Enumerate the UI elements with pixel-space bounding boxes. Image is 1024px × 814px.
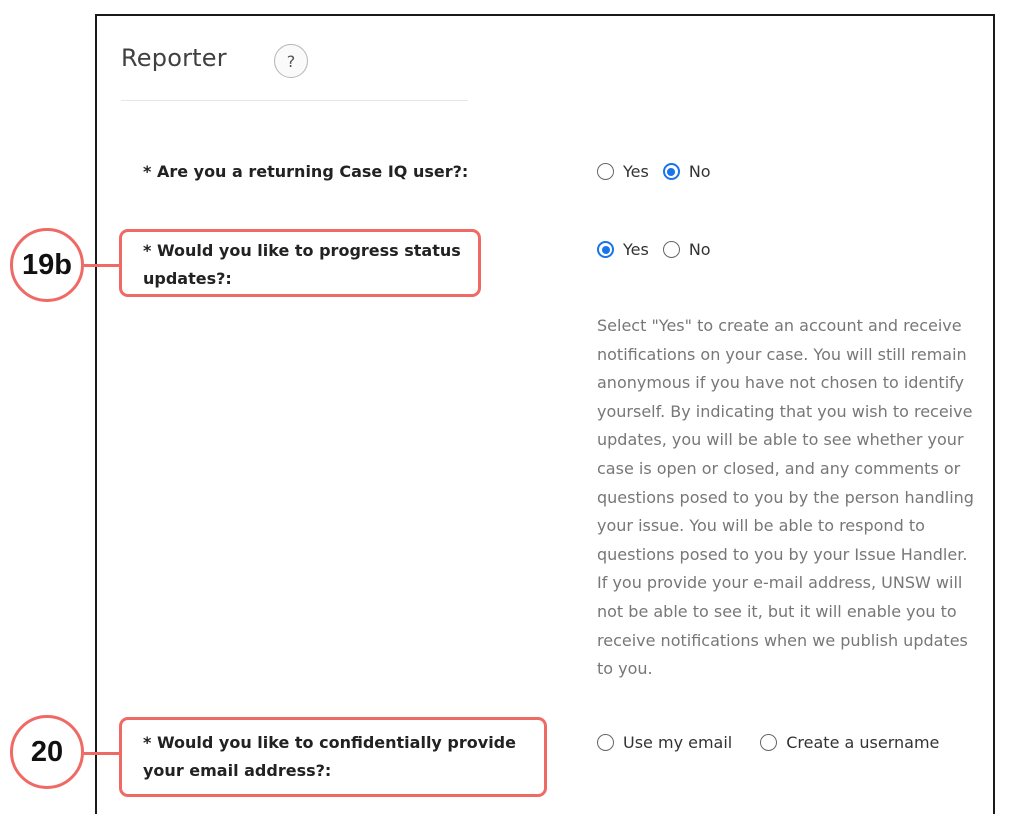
help-icon[interactable]: ? [274,44,308,78]
progress-updates-no-label: No [688,240,711,259]
progress-updates-no-radio[interactable] [662,241,680,258]
use-my-email-label: Use my email [623,733,733,752]
progress-updates-label-line1: * Would you like to progress status [143,241,461,260]
help-line: Select "Yes" to create an account and re… [597,316,962,335]
callout-19b-badge: 19b [10,228,84,302]
returning-user-label: * Are you a returning Case IQ user?: [143,162,469,181]
progress-updates-radio-group: Yes No [597,240,725,259]
returning-user-no-option[interactable]: No [662,162,711,181]
returning-user-yes-option[interactable]: Yes [597,162,649,181]
callout-20-connector [84,752,122,755]
help-line: updates, you will be able to see whether… [597,430,964,450]
email-provide-radio-group: Use my email Create a username [597,733,953,752]
callout-19b-connector [84,264,122,267]
help-line: questions posed to you by your Issue Han… [597,544,968,564]
use-my-email-option[interactable]: Use my email [597,733,732,752]
help-line: not be able to see it, but it will enabl… [597,601,957,621]
progress-updates-yes-radio[interactable] [597,241,614,258]
section-title: Reporter [121,44,227,72]
returning-user-radio-group: Yes No [597,162,725,181]
help-line: receive notifications when we publish up… [597,630,968,650]
help-line: notifications on your case. You will sti… [597,344,967,364]
returning-user-yes-radio[interactable] [597,163,614,180]
returning-user-yes-label: Yes [623,162,649,181]
help-line: anonymous if you have not chosen to iden… [597,373,964,393]
email-provide-label-line1: * Would you like to confidentially provi… [143,733,516,752]
progress-updates-label-line2: updates?: [143,269,232,288]
create-username-option[interactable]: Create a username [760,733,939,752]
help-line: If you provide your e-mail address, UNSW… [597,573,963,593]
help-line: questions posed to you by the person han… [597,487,974,507]
returning-user-no-radio[interactable] [662,163,680,180]
progress-updates-yes-option[interactable]: Yes [597,240,649,259]
use-my-email-radio[interactable] [597,734,614,751]
progress-updates-yes-label: Yes [623,240,649,259]
create-username-label: Create a username [786,733,940,752]
create-username-radio[interactable] [760,734,778,751]
email-provide-label-line2: your email address?: [143,761,332,780]
progress-updates-help-text: Select "Yes" to create an account and re… [597,312,1007,684]
returning-user-no-label: No [688,162,711,181]
title-divider [121,100,468,101]
help-line: yourself. By indicating that you wish to… [597,401,973,421]
progress-updates-no-option[interactable]: No [662,240,711,259]
callout-20-badge: 20 [10,715,84,789]
help-line: to you. [597,659,653,679]
help-line: case is open or closed, and any comments… [597,458,961,478]
help-line: your issue. You will be able to respond … [597,516,925,536]
